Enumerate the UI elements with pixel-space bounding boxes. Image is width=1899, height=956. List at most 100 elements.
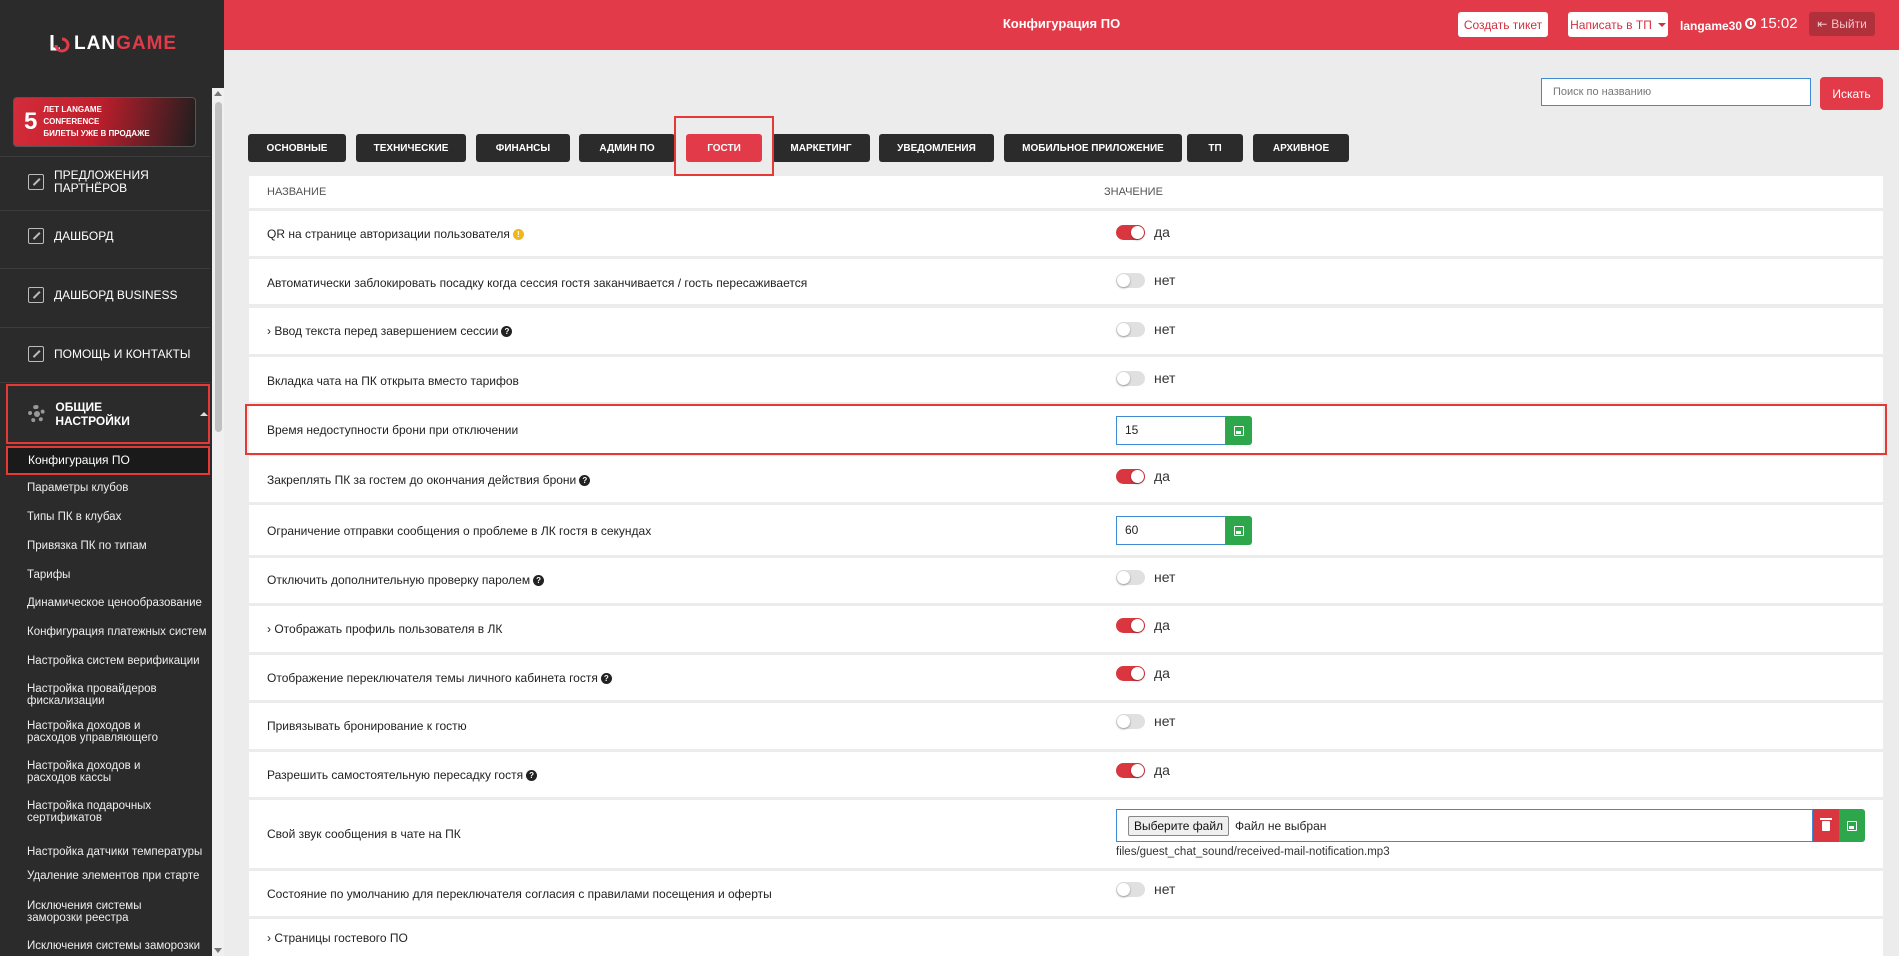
highlighted-row-outline: [245, 404, 1887, 455]
search-button[interactable]: Искать: [1820, 77, 1883, 110]
sidebar: LANGAME 5 лет LANGAME conference билеты …: [0, 0, 224, 956]
langame-logo[interactable]: LANGAME: [48, 32, 177, 56]
warning-icon[interactable]: !: [512, 228, 524, 240]
toggle-switch[interactable]: [1116, 570, 1145, 585]
number-input[interactable]: 60: [1116, 516, 1226, 545]
file-input[interactable]: Выберите файл Файл не выбран: [1116, 809, 1813, 842]
clock-time: 15:02: [1760, 15, 1798, 32]
sidebar-subitem[interactable]: Настройка доходов и расходов кассы: [27, 760, 187, 784]
tab-support[interactable]: ТП: [1187, 134, 1243, 162]
conference-banner[interactable]: 5 лет LANGAME conference билеты уже в пр…: [13, 97, 196, 147]
toggle-switch[interactable]: [1116, 225, 1145, 240]
banner-line-2: conference: [43, 117, 100, 126]
toggle-knob: [1131, 470, 1144, 483]
toggle-value: нет: [1154, 569, 1176, 585]
trash-icon: [1820, 817, 1832, 831]
choose-file-button[interactable]: Выберите файл: [1128, 815, 1230, 836]
chevron-up-icon: [200, 412, 208, 416]
column-header-name: Название: [267, 186, 327, 198]
sidebar-item-help[interactable]: Помощь и контакты: [0, 344, 210, 364]
tab-mobile-app[interactable]: Мобильное приложение: [1004, 134, 1182, 162]
sidebar-item-dashboard-business[interactable]: Дашборд Business: [0, 285, 210, 305]
sidebar-item-dashboard[interactable]: Дашборд: [0, 226, 210, 246]
write-support-dropdown[interactable]: Написать в ТП: [1568, 12, 1668, 37]
tab-admin-po[interactable]: Админ ПО: [579, 134, 675, 162]
logout-button[interactable]: ⇤ Выйти: [1809, 12, 1875, 36]
save-button[interactable]: [1226, 516, 1252, 545]
table-row: Привязывать бронирование к гостю нет: [249, 703, 1883, 749]
tab-finance[interactable]: Финансы: [476, 134, 570, 162]
tab-technical[interactable]: Технические: [356, 134, 466, 162]
floppy-disk-icon: [1847, 820, 1857, 831]
sidebar-item-general-settings[interactable]: Общие настройки: [6, 384, 210, 444]
edit-icon: [28, 174, 44, 190]
toggle-switch[interactable]: [1116, 666, 1145, 681]
setting-name-expandable[interactable]: › Отображать профиль пользователя в ЛК: [267, 622, 502, 636]
question-icon[interactable]: ?: [579, 474, 591, 486]
banner-line-1: лет LANGAME: [43, 105, 102, 114]
question-icon[interactable]: ?: [501, 325, 513, 337]
question-icon[interactable]: ?: [526, 769, 538, 781]
save-button[interactable]: [1839, 809, 1865, 842]
toggle-switch[interactable]: [1116, 618, 1145, 633]
tab-marketing[interactable]: Маркетинг: [772, 134, 870, 162]
toggle-value: да: [1154, 224, 1170, 240]
scrollbar-thumb[interactable]: [215, 102, 222, 432]
question-icon[interactable]: ?: [533, 574, 545, 586]
question-icon[interactable]: ?: [600, 672, 612, 684]
tab-archive[interactable]: Архивное: [1253, 134, 1349, 162]
create-ticket-button[interactable]: Создать тикет: [1458, 12, 1548, 37]
sidebar-subitem[interactable]: Параметры клубов: [27, 482, 207, 494]
sidebar-subitem[interactable]: Тарифы: [27, 569, 207, 581]
write-support-label: Написать в ТП: [1570, 17, 1652, 32]
sidebar-subitem[interactable]: Исключения системы заморозки: [27, 940, 207, 952]
toggle-knob: [1131, 226, 1144, 239]
setting-name: Закреплять ПК за гостем до окончания дей…: [267, 473, 577, 487]
scroll-up-icon[interactable]: [214, 91, 222, 96]
toggle-knob: [1131, 619, 1144, 632]
toggle-switch[interactable]: [1116, 763, 1145, 778]
toggle-switch[interactable]: [1116, 371, 1145, 386]
toggle-switch[interactable]: [1116, 273, 1145, 288]
toggle-switch[interactable]: [1116, 714, 1145, 729]
sidebar-subitem[interactable]: Конфигурация платежных систем: [27, 626, 207, 638]
toggle-switch[interactable]: [1116, 882, 1145, 897]
sidebar-subitem[interactable]: Настройка подарочных сертификатов: [27, 800, 187, 824]
sidebar-subitem[interactable]: Динамическое ценообразование: [27, 597, 207, 609]
toggle-knob: [1117, 715, 1130, 728]
setting-name: Привязывать бронирование к гостю: [267, 719, 467, 733]
user-name[interactable]: langame30: [1680, 19, 1742, 33]
table-row: Ограничение отправки сообщения о проблем…: [249, 505, 1883, 555]
tab-basic[interactable]: Основные: [248, 134, 346, 162]
setting-name-expandable[interactable]: › Страницы гостевого ПО: [267, 931, 408, 945]
sidebar-subitem[interactable]: Привязка ПК по типам: [27, 540, 207, 552]
sidebar-subitem[interactable]: Исключения системы заморозки реестра: [27, 900, 197, 924]
table-row: Состояние по умолчанию для переключателя…: [249, 871, 1883, 916]
sidebar-subitem[interactable]: Настройка доходов и расходов управляющег…: [27, 720, 167, 744]
sidebar-subitem[interactable]: Настройка провайдеров фискализации: [27, 683, 207, 707]
sidebar-subitem[interactable]: Настройка систем верификации: [27, 655, 207, 667]
logout-label: Выйти: [1831, 17, 1867, 31]
toggle-switch[interactable]: [1116, 322, 1145, 337]
setting-name: Вкладка чата на ПК открыта вместо тарифо…: [267, 374, 519, 388]
sidebar-subitem-software-config[interactable]: Конфигурация ПО: [6, 446, 210, 475]
tab-notifications[interactable]: Уведомления: [879, 134, 994, 162]
toggle-knob: [1117, 883, 1130, 896]
delete-file-button[interactable]: [1813, 809, 1839, 842]
toggle-switch[interactable]: [1116, 469, 1145, 484]
sidebar-divider: [0, 382, 210, 383]
sidebar-subitem[interactable]: Типы ПК в клубах: [27, 511, 207, 523]
edit-icon: [28, 346, 44, 362]
setting-name-expandable[interactable]: › Ввод текста перед завершением сессии: [267, 324, 498, 338]
search-input[interactable]: [1541, 78, 1811, 106]
table-row: Свой звук сообщения в чате на ПК Выберит…: [249, 800, 1883, 868]
sidebar-scrollbar[interactable]: [212, 88, 224, 956]
setting-name: Автоматически заблокировать посадку когд…: [267, 276, 808, 290]
sidebar-subitem[interactable]: Настройка датчики температуры: [27, 846, 207, 858]
sidebar-subitem[interactable]: Удаление элементов при старте: [27, 870, 207, 882]
scroll-down-icon[interactable]: [214, 948, 222, 953]
table-row: › Ввод текста перед завершением сессии? …: [249, 308, 1883, 354]
edit-icon: [28, 287, 44, 303]
toggle-value: нет: [1154, 370, 1176, 386]
sidebar-item-partner-offers[interactable]: Предложения партнёров: [0, 164, 210, 200]
